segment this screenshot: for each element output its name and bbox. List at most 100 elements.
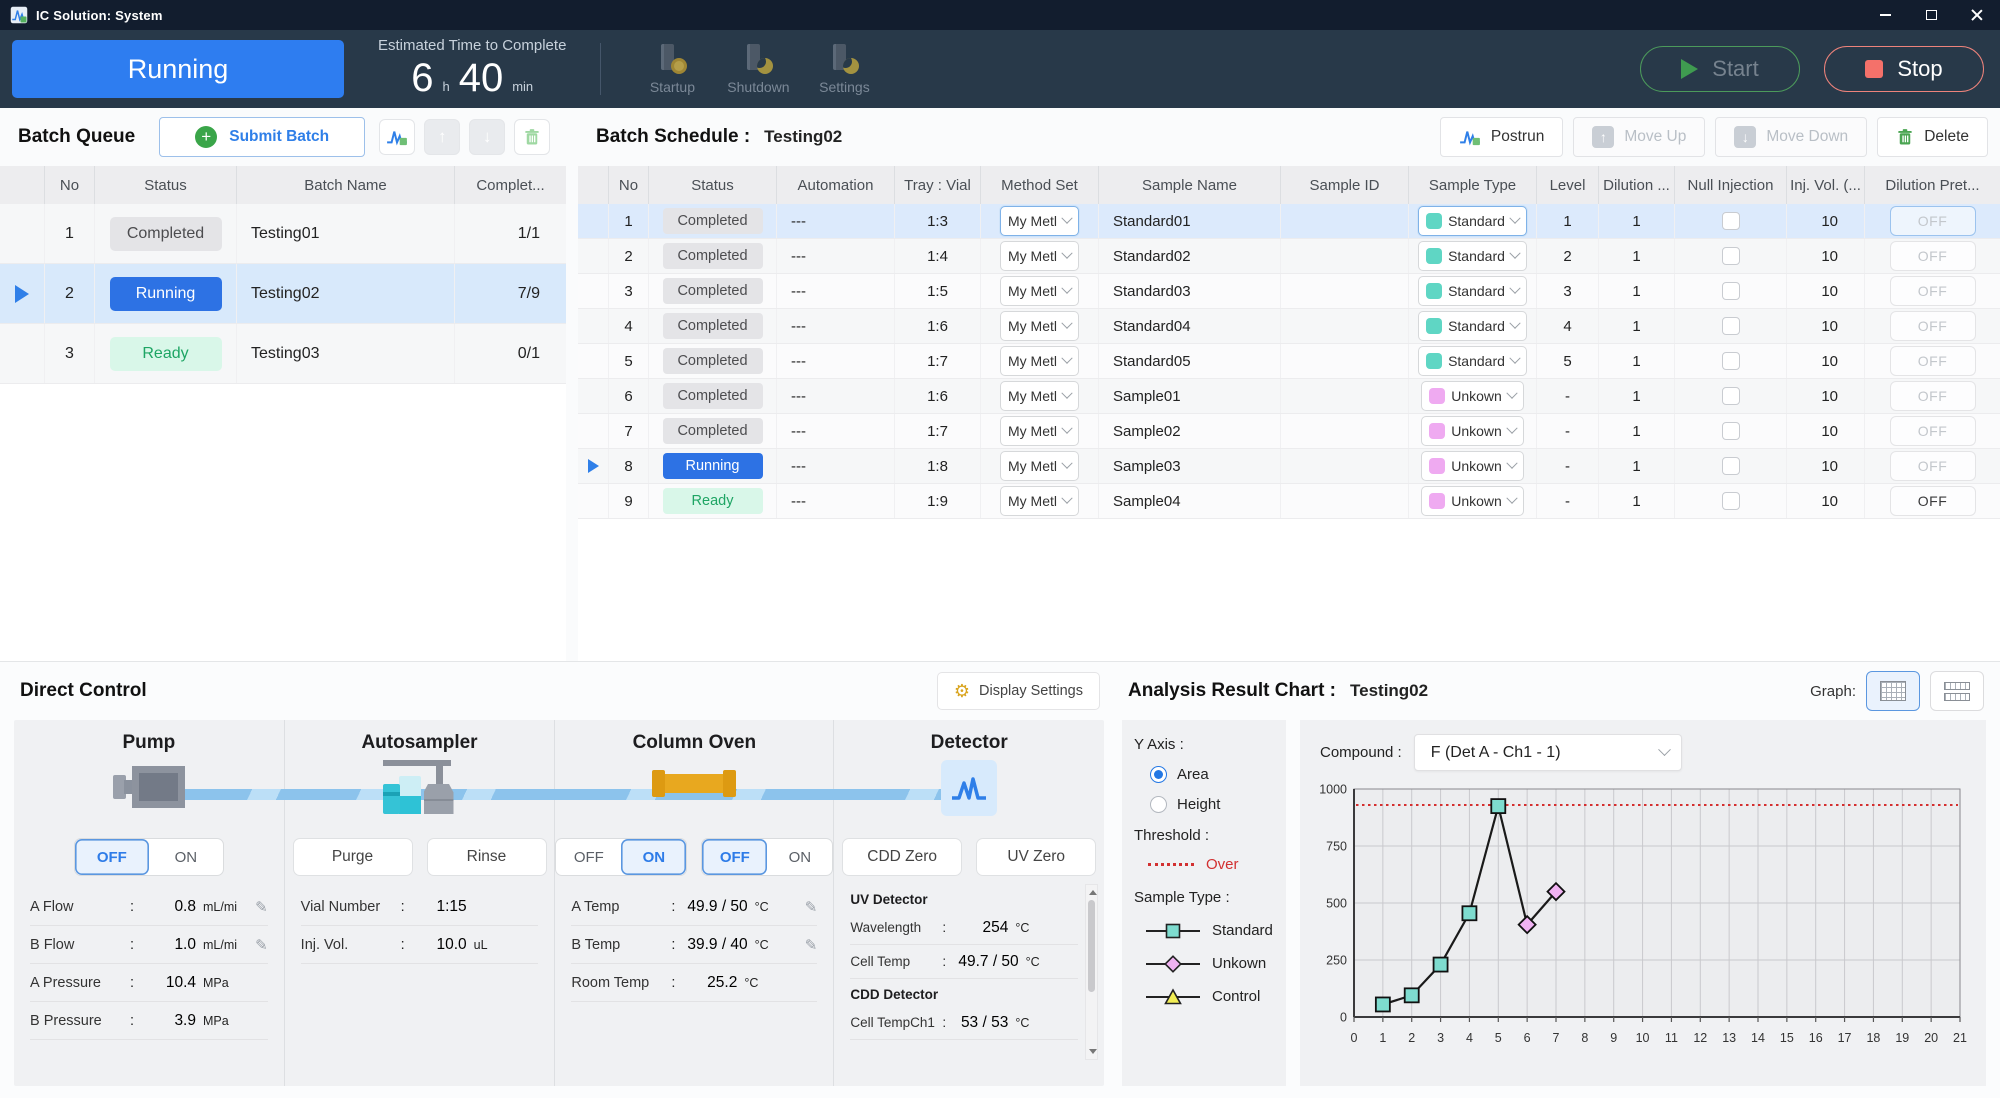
minimize-button[interactable] [1862,0,1908,30]
batch-schedule-row[interactable]: 3Completed---1:5My MetlStandard03Standar… [578,274,2000,309]
null-injection-checkbox[interactable] [1722,422,1740,440]
title-bar: IC Solution: System [0,0,2000,30]
null-injection-checkbox[interactable] [1722,212,1740,230]
dilution-pret-button[interactable]: OFF [1890,381,1976,411]
method-set-select[interactable]: My Metl [1000,311,1079,341]
yaxis-height-radio[interactable]: Height [1150,796,1276,813]
readout-row: Vial Number:1:15 [301,888,539,926]
delete-button[interactable]: Delete [1877,117,1988,157]
cdd-zero-button[interactable]: CDD Zero [842,838,962,876]
system-status-button[interactable]: Running [12,40,344,98]
startup-button[interactable]: Startup [629,44,715,95]
start-button[interactable]: Start [1640,46,1800,92]
sample-type-select[interactable]: Unkown [1421,416,1524,446]
edit-pencil-icon[interactable]: ✎ [805,936,818,954]
queue-move-down-button[interactable]: ↓ [469,119,505,155]
oven-a-off-button[interactable]: OFF [556,839,621,875]
batch-schedule-row[interactable]: 9Ready---1:9My MetlSample04Unkown-110OFF [578,484,2000,519]
batch-schedule-row[interactable]: 2Completed---1:4My MetlStandard02Standar… [578,239,2000,274]
sample-name: Standard04 [1098,309,1280,343]
detector-scrollbar[interactable] [1085,884,1098,1060]
sample-type-value: Unkown [1451,458,1502,474]
method-set-select[interactable]: My Metl [1000,416,1079,446]
svg-text:13: 13 [1722,1031,1736,1045]
purge-button[interactable]: Purge [293,838,413,876]
queue-postrun-button[interactable] [379,119,415,155]
method-set-select[interactable]: My Metl [1000,486,1079,516]
null-injection-checkbox[interactable] [1722,282,1740,300]
pump-on-button[interactable]: ON [149,839,223,875]
edit-pencil-icon[interactable]: ✎ [805,898,818,916]
yaxis-area-radio[interactable]: Area [1150,766,1276,783]
sample-type-select[interactable]: Standard [1418,346,1527,376]
null-injection-checkbox[interactable] [1722,492,1740,510]
maximize-button[interactable] [1908,0,1954,30]
sample-type-select[interactable]: Unkown [1421,381,1524,411]
automation: --- [776,274,894,308]
edit-pencil-icon[interactable]: ✎ [255,898,268,916]
sample-type-select[interactable]: Unkown [1421,486,1524,516]
sample-type-select[interactable]: Standard [1418,206,1527,236]
oven-b-on-button[interactable]: ON [767,839,832,875]
method-set-select[interactable]: My Metl [1000,241,1079,271]
sample-type-swatch [1429,493,1445,509]
chevron-down-icon [1061,248,1072,259]
uv-zero-button[interactable]: UV Zero [976,838,1096,876]
null-injection-checkbox[interactable] [1722,457,1740,475]
compound-select[interactable]: F (Det A - Ch1 - 1) [1414,734,1682,771]
settings-button[interactable]: Settings [801,44,887,95]
batch-schedule-row[interactable]: 4Completed---1:6My MetlStandard04Standar… [578,309,2000,344]
sample-type-select[interactable]: Standard [1418,241,1527,271]
method-set-select[interactable]: My Metl [1000,206,1079,236]
rinse-button[interactable]: Rinse [427,838,547,876]
null-injection-checkbox[interactable] [1722,352,1740,370]
edit-pencil-icon[interactable]: ✎ [255,936,268,954]
shutdown-button[interactable]: Shutdown [715,44,801,95]
svg-text:9: 9 [1610,1031,1617,1045]
move-down-button[interactable]: ↓ Move Down [1715,117,1867,157]
batch-schedule-row[interactable]: 6Completed---1:6My MetlSample01Unkown-11… [578,379,2000,414]
move-up-button[interactable]: ↑ Move Up [1573,117,1705,157]
readout-row: B Flow:1.0mL/mi✎ [30,926,268,964]
sample-type-select[interactable]: Standard [1418,311,1527,341]
stop-button[interactable]: Stop [1824,46,1984,92]
queue-delete-button[interactable] [514,119,550,155]
batch-schedule-row[interactable]: 1Completed---1:3My MetlStandard01Standar… [578,204,2000,239]
graph-split-button[interactable] [1930,671,1984,711]
submit-batch-button[interactable]: + Submit Batch [159,117,365,157]
chart-panel: Compound : F (Det A - Ch1 - 1) 012345678… [1300,720,1986,1086]
null-injection-checkbox[interactable] [1722,387,1740,405]
close-button[interactable] [1954,0,2000,30]
method-set-select[interactable]: My Metl [1000,276,1079,306]
batch-queue-row[interactable]: 3ReadyTesting030/1 [0,324,566,384]
dilution-pret-button[interactable]: OFF [1890,276,1976,306]
oven-b-off-button[interactable]: OFF [702,839,767,875]
batch-schedule-row[interactable]: 8Running---1:8My MetlSample03Unkown-110O… [578,449,2000,484]
oven-a-on-button[interactable]: ON [621,839,686,875]
dilution-pret-button[interactable]: OFF [1890,416,1976,446]
dilution-pret-button[interactable]: OFF [1890,346,1976,376]
graph-single-button[interactable] [1866,671,1920,711]
method-set-select[interactable]: My Metl [1000,381,1079,411]
method-set-select[interactable]: My Metl [1000,451,1079,481]
pump-off-button[interactable]: OFF [75,839,149,875]
null-injection-checkbox[interactable] [1722,247,1740,265]
method-set-select[interactable]: My Metl [1000,346,1079,376]
sample-type-select[interactable]: Unkown [1421,451,1524,481]
dilution-pret-button[interactable]: OFF [1890,206,1976,236]
sample-type-select[interactable]: Standard [1418,276,1527,306]
dilution-pret-button[interactable]: OFF [1890,241,1976,271]
batch-queue-row[interactable]: 2RunningTesting027/9 [0,264,566,324]
postrun-button[interactable]: Postrun [1440,117,1563,157]
sample-name: Standard01 [1098,204,1280,238]
display-settings-button[interactable]: ⚙ Display Settings [937,672,1100,710]
dilution-pret-button[interactable]: OFF [1890,486,1976,516]
batch-queue-row[interactable]: 1CompletedTesting011/1 [0,204,566,264]
queue-move-up-button[interactable]: ↑ [424,119,460,155]
dilution-pret-button[interactable]: OFF [1890,451,1976,481]
batch-schedule-row[interactable]: 7Completed---1:7My MetlSample02Unkown-11… [578,414,2000,449]
dilution-pret-button[interactable]: OFF [1890,311,1976,341]
batch-schedule-row[interactable]: 5Completed---1:7My MetlStandard05Standar… [578,344,2000,379]
null-injection-checkbox[interactable] [1722,317,1740,335]
scrollbar-thumb[interactable] [1088,900,1095,992]
